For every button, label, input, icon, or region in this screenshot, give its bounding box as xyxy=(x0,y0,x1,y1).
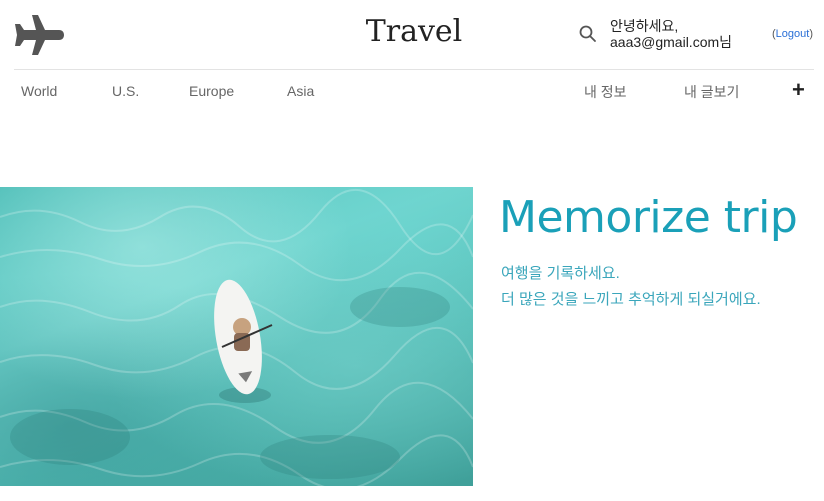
greeting-text: 안녕하세요, xyxy=(610,18,679,34)
hero-photo-art xyxy=(0,188,473,486)
hero-title: Memorize trip xyxy=(499,192,798,243)
hero-image xyxy=(0,187,473,486)
hero-subtitle-line2: 더 많은 것을 느끼고 추억하게 되실거에요. xyxy=(501,291,761,308)
nav-item-my-posts[interactable]: 내 글보기 xyxy=(684,82,739,102)
page: Travel 안녕하세요, aaa3@gmail.com님 (Logout) W… xyxy=(0,0,824,501)
brand-title[interactable]: Travel xyxy=(350,14,478,49)
nav-item-us[interactable]: U.S. xyxy=(112,83,139,99)
main-nav: World U.S. Europe Asia 내 정보 내 글보기 + xyxy=(0,70,824,114)
user-email: aaa3@gmail.com님 xyxy=(610,34,733,50)
nav-item-my-info[interactable]: 내 정보 xyxy=(584,82,627,102)
nav-item-world[interactable]: World xyxy=(21,83,57,99)
logout-wrapper: (Logout) xyxy=(772,28,813,40)
plus-icon[interactable]: + xyxy=(792,79,805,101)
header: Travel 안녕하세요, aaa3@gmail.com님 (Logout) xyxy=(0,0,824,70)
search-icon[interactable] xyxy=(578,24,598,44)
airplane-icon[interactable] xyxy=(12,13,64,57)
logout-link[interactable]: Logout xyxy=(776,28,810,40)
logout-paren-close: ) xyxy=(809,28,813,40)
nav-item-asia[interactable]: Asia xyxy=(287,83,314,99)
hero-subtitle-line1: 여행을 기록하세요. xyxy=(501,265,620,282)
nav-item-europe[interactable]: Europe xyxy=(189,83,234,99)
user-greeting: 안녕하세요, aaa3@gmail.com님 xyxy=(610,18,760,50)
